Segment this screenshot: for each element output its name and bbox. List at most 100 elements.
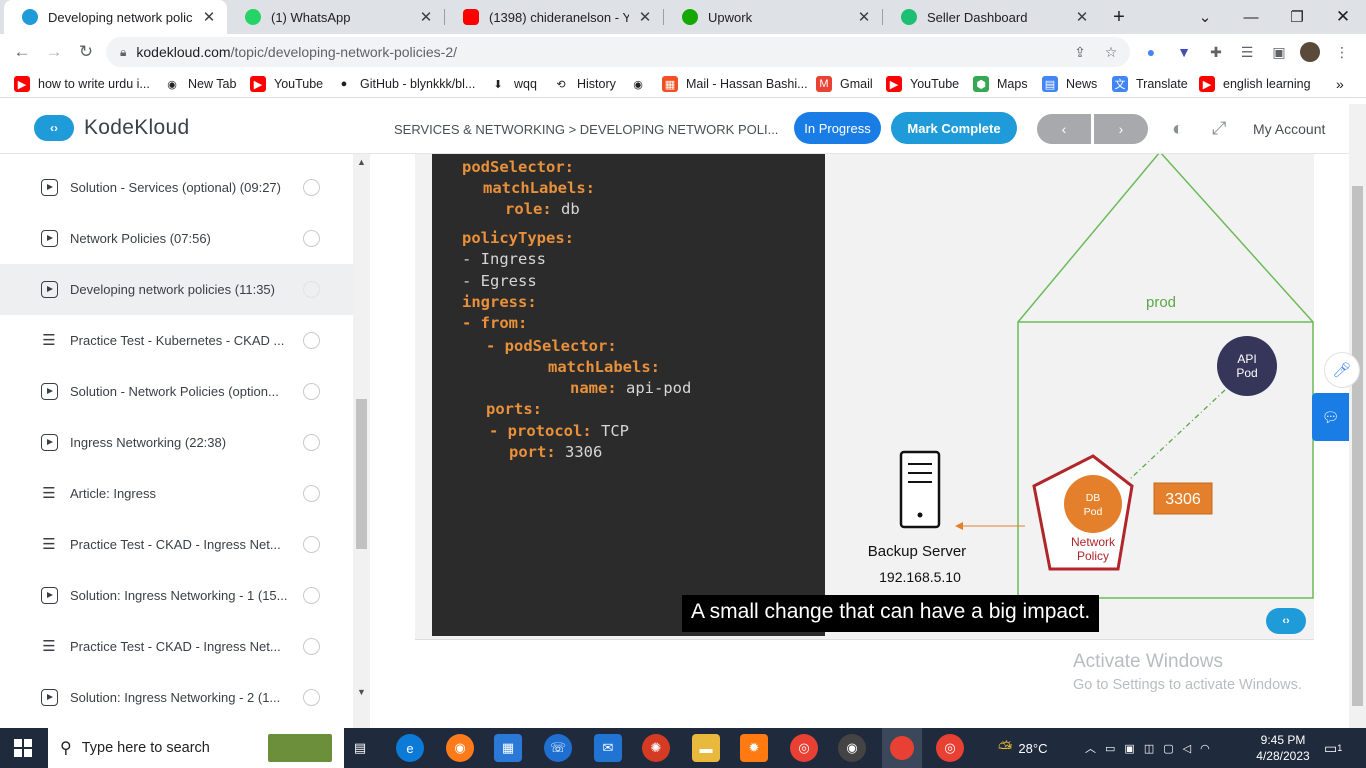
volume-icon[interactable]: ◁ — [1183, 742, 1200, 755]
mark-complete-button[interactable]: Mark Complete — [891, 112, 1017, 144]
battery-icon[interactable]: ▭ — [1105, 742, 1124, 755]
restore-button[interactable]: ❐ — [1274, 0, 1320, 34]
app-icon[interactable]: ✺ — [642, 734, 670, 762]
back-button[interactable]: ← — [8, 38, 36, 66]
system-tray-icons[interactable]: ︿ ▭ ▣ ◫ ▢ ◁ ◠ — [1085, 728, 1219, 768]
file-explorer-icon[interactable]: ▬ — [692, 734, 720, 762]
firefox-icon[interactable]: ◉ — [446, 734, 474, 762]
completion-circle-icon[interactable] — [303, 230, 320, 247]
edge-icon[interactable]: e — [396, 734, 424, 762]
sidebar-lesson-item[interactable]: ☰ Practice Test - CKAD - Ingress Net... — [0, 621, 353, 672]
chat-widget-button[interactable]: 💬︎ — [1312, 393, 1349, 441]
completion-circle-icon[interactable] — [303, 638, 320, 655]
sidebar-lesson-item[interactable]: ☰ Article: Ingress — [0, 468, 353, 519]
bookmark-item[interactable]: ⬢ Maps — [973, 75, 1028, 93]
tab-search-chevron-icon[interactable]: ⌄ — [1182, 0, 1228, 34]
lock-icon[interactable]: 🔒︎ — [120, 45, 126, 60]
close-tab-icon[interactable]: ✕ — [418, 8, 434, 26]
settings-app-icon[interactable]: ✹ — [740, 734, 768, 762]
sidebar-lesson-item[interactable]: Network Policies (07:56) — [0, 213, 353, 264]
bookmark-item[interactable]: M Gmail — [816, 75, 873, 93]
bookmark-item[interactable]: ⟲ History — [553, 75, 616, 93]
bookmark-item[interactable]: ▶ YouTube — [886, 75, 959, 93]
obs-icon[interactable]: ◉ — [838, 734, 866, 762]
dark-mode-toggle-icon[interactable]: ◐ — [1172, 118, 1184, 141]
show-hidden-icons-icon[interactable]: ︿ — [1085, 740, 1105, 756]
sidebar-lesson-item[interactable]: ☰ Practice Test - CKAD - Ingress Net... — [0, 519, 353, 570]
bookmark-item[interactable]: ● GitHub - blynkkk/bl... — [336, 75, 476, 93]
scroll-up-icon[interactable]: ▲ — [357, 157, 366, 167]
bookmark-item[interactable]: ◉ New Tab — [164, 75, 236, 93]
network-tray-icon[interactable]: ▣ — [1124, 742, 1143, 755]
chrome-profile-icon[interactable] — [882, 728, 922, 768]
extensions-puzzle-icon[interactable]: ✚ — [1206, 42, 1226, 62]
bookmark-item[interactable]: ▶ english learning — [1199, 75, 1311, 93]
completion-circle-icon[interactable] — [303, 536, 320, 553]
next-lesson-button[interactable]: › — [1094, 114, 1148, 144]
tab-whatsapp[interactable]: (1) WhatsApp ✕ — [227, 0, 444, 34]
phone-link-icon[interactable]: ☏ — [544, 734, 572, 762]
chrome-active-icon[interactable]: ◎ — [936, 734, 964, 762]
menu-kebab-icon[interactable]: ⋮ — [1332, 42, 1352, 62]
weather-widget[interactable]: ⛅︎ 28°C — [998, 728, 1047, 768]
tab-youtube[interactable]: (1398) chideranelson - YouTu ✕ — [445, 0, 663, 34]
page-scroll-thumb[interactable] — [1352, 186, 1363, 706]
in-progress-badge[interactable]: In Progress — [794, 112, 881, 144]
sidebar-lesson-item[interactable]: Solution: Ingress Networking - 2 (1... — [0, 672, 353, 723]
taskbar-clock[interactable]: 9:45 PM 4/28/2023 — [1254, 732, 1312, 764]
sidebar-lesson-item[interactable]: Solution - Network Policies (option... — [0, 366, 353, 417]
bookmark-item[interactable]: ◉ — [630, 75, 654, 93]
notification-center-icon[interactable]: ▭ 1 — [1324, 728, 1342, 768]
close-tab-icon[interactable]: ✕ — [201, 8, 217, 26]
close-tab-icon[interactable]: ✕ — [1074, 8, 1090, 26]
completion-circle-icon[interactable] — [303, 434, 320, 451]
side-panel-icon[interactable]: ▣ — [1269, 42, 1289, 62]
mail-icon[interactable]: ✉ — [594, 734, 622, 762]
tab-developing-network-policies[interactable]: Developing network policies ✕ — [4, 0, 227, 34]
scroll-down-icon[interactable]: ▼ — [357, 687, 366, 697]
sidebar-lesson-item[interactable]: Ingress Networking (22:38) — [0, 417, 353, 468]
bookmark-item[interactable]: ▶ how to write urdu i... — [14, 75, 150, 93]
bookmark-item[interactable]: ▶ YouTube — [250, 75, 323, 93]
close-window-button[interactable]: ✕ — [1320, 0, 1366, 34]
windows-start-icon[interactable] — [14, 739, 32, 757]
tab-upwork[interactable]: Upwork ✕ — [664, 0, 882, 34]
sidebar-scrollbar[interactable]: ▲ ▼ — [353, 154, 370, 728]
address-bar[interactable]: 🔒︎ kodekloud.com/topic/developing-networ… — [106, 37, 1130, 67]
bookmark-item[interactable]: ⬇ wqq — [490, 75, 537, 93]
sidebar-lesson-item[interactable]: Solution: Ingress Networking - 1 (15... — [0, 570, 353, 621]
bookmark-item[interactable]: 文 Translate — [1112, 75, 1188, 93]
microphone-widget-icon[interactable]: 🎤︎ — [1324, 352, 1360, 388]
page-scrollbar[interactable] — [1349, 104, 1366, 728]
chrome-icon[interactable]: ◎ — [790, 734, 818, 762]
new-tab-button[interactable]: + — [1096, 0, 1142, 34]
reading-list-icon[interactable]: ☰ — [1237, 42, 1257, 62]
microsoft-store-icon[interactable]: ▦ — [494, 734, 522, 762]
forward-button[interactable]: → — [40, 38, 68, 66]
wifi-icon[interactable]: ◠ — [1200, 742, 1219, 755]
minimize-button[interactable]: — — [1228, 0, 1274, 34]
sidebar-lesson-item[interactable]: Developing network policies (11:35) — [0, 264, 353, 315]
previous-lesson-button[interactable]: ‹ — [1037, 114, 1091, 144]
completion-circle-icon[interactable] — [303, 383, 320, 400]
task-view-icon[interactable]: ▤ — [346, 734, 374, 762]
fullscreen-icon[interactable]: ⤢ — [1212, 118, 1226, 139]
sidebar-lesson-item[interactable]: Solution - Services (optional) (09:27) — [0, 162, 353, 213]
voice-extension-icon[interactable]: ● — [1141, 42, 1161, 62]
sidebar-lesson-item[interactable]: ☰ Practice Test - Kubernetes - CKAD ... — [0, 315, 353, 366]
profile-avatar[interactable] — [1300, 42, 1320, 62]
completion-circle-icon[interactable] — [303, 689, 320, 706]
display-icon[interactable]: ▢ — [1163, 742, 1182, 755]
completion-circle-icon[interactable] — [303, 332, 320, 349]
bookmark-item[interactable]: ▤ News — [1042, 75, 1097, 93]
bookmark-star-icon[interactable]: ☆ — [1101, 42, 1121, 62]
tab-seller-dashboard[interactable]: Seller Dashboard ✕ — [883, 0, 1100, 34]
share-icon[interactable]: ⇪ — [1070, 42, 1090, 62]
completion-circle-icon[interactable] — [303, 587, 320, 604]
sidebar-scroll-thumb[interactable] — [356, 399, 367, 549]
completion-circle-icon[interactable] — [303, 485, 320, 502]
close-tab-icon[interactable]: ✕ — [637, 8, 653, 26]
completion-circle-icon[interactable] — [303, 179, 320, 196]
meet-now-icon[interactable]: ◫ — [1144, 742, 1163, 755]
video-player[interactable]: podSelector: matchLabels: role: db policyTy… — [415, 154, 1314, 640]
